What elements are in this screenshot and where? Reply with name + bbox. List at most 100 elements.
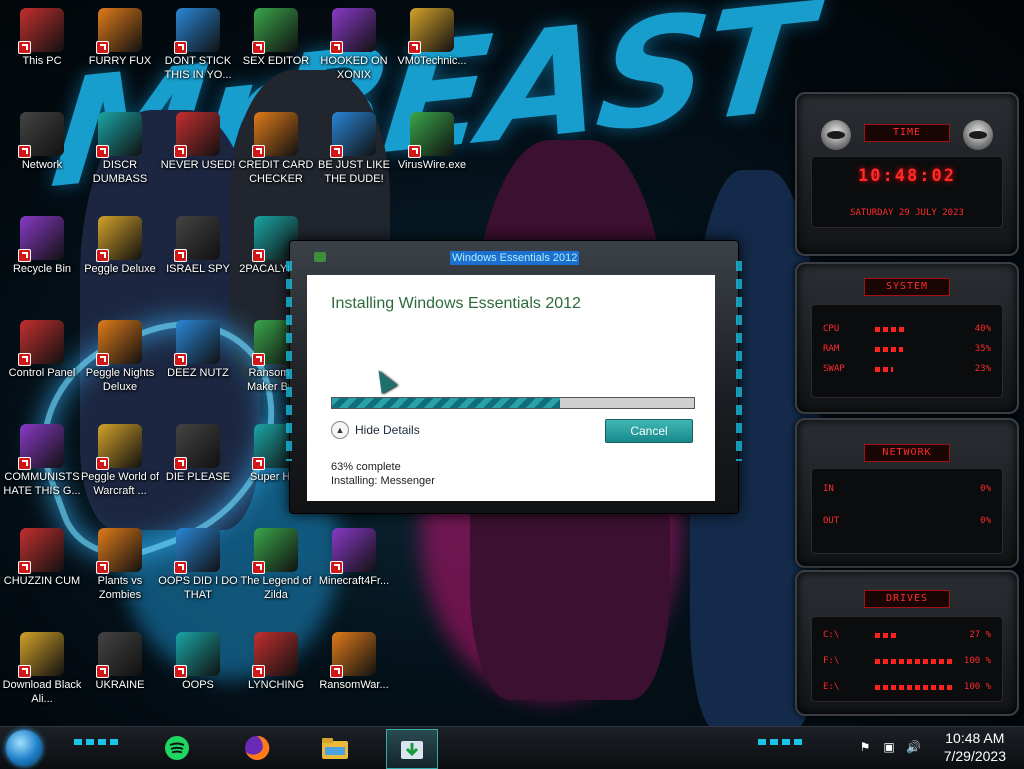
- desktop-icon[interactable]: SEX EDITOR: [236, 2, 316, 86]
- gadget-row: C:\ 27 %: [823, 628, 991, 642]
- desktop-icon[interactable]: Network: [2, 106, 82, 190]
- taskbar-spotify[interactable]: [152, 729, 202, 767]
- desktop-icon[interactable]: Plants vs Zombies: [80, 522, 160, 606]
- gadget-row-label: C:\: [823, 630, 840, 640]
- desktop-shortcut-icon: [174, 216, 220, 262]
- desktop-icon[interactable]: RansomWar...: [314, 626, 394, 710]
- system-gadget[interactable]: SYSTEM CPU 40% RAM 35% SWAP 23%: [795, 262, 1019, 414]
- desktop-icon[interactable]: Minecraft4Fr...: [314, 522, 394, 606]
- desktop-icon-label: Plants vs Zombies: [97, 575, 143, 601]
- network-gadget[interactable]: NETWORK IN 0% OUT 0%: [795, 418, 1019, 568]
- gadget-row-bar: [875, 658, 955, 664]
- shortcut-arrow-icon: [96, 145, 109, 158]
- gadget-row-bar: [875, 326, 955, 332]
- desktop-shortcut-icon: [18, 528, 64, 574]
- gadget-row: CPU 40%: [823, 322, 991, 336]
- action-center-icon[interactable]: ⚑: [858, 740, 872, 754]
- volume-icon[interactable]: 🔊: [906, 740, 921, 754]
- hide-details-label: Hide Details: [355, 423, 420, 437]
- shortcut-arrow-icon: [252, 353, 265, 366]
- shortcut-arrow-icon: [96, 41, 109, 54]
- progress-fill: [332, 398, 561, 408]
- desktop-icon[interactable]: Peggle World of Warcraft ...: [80, 418, 160, 502]
- hide-details-toggle[interactable]: ▲ Hide Details: [331, 421, 420, 439]
- desktop-icon-label: CHUZZIN CUM: [3, 575, 81, 587]
- desktop-icon[interactable]: CREDIT CARD CHECKER: [236, 106, 316, 190]
- desktop-icon[interactable]: DONT STICK THIS IN YO...: [158, 2, 238, 86]
- alien-icon: [821, 120, 851, 150]
- desktop-icon[interactable]: Control Panel: [2, 314, 82, 398]
- desktop-icon[interactable]: CHUZZIN CUM: [2, 522, 82, 606]
- desktop-icon-label: UKRAINE: [95, 679, 145, 691]
- network-header: NETWORK: [864, 444, 950, 462]
- gadget-row-value: 100 %: [963, 682, 991, 692]
- desktop-icon[interactable]: ISRAEL SPY: [158, 210, 238, 294]
- taskbar-decoration: [74, 739, 118, 745]
- desktop-icon[interactable]: Peggle Nights Deluxe: [80, 314, 160, 398]
- shortcut-arrow-icon: [330, 561, 343, 574]
- shortcut-arrow-icon: [174, 457, 187, 470]
- gadget-row: SWAP 23%: [823, 362, 991, 376]
- desktop-icon[interactable]: LYNCHING: [236, 626, 316, 710]
- network-screen: [811, 468, 1003, 554]
- shortcut-arrow-icon: [96, 249, 109, 262]
- desktop-icon[interactable]: DISCR DUMBASS: [80, 106, 160, 190]
- current-item-text: Installing: Messenger: [331, 475, 435, 487]
- taskbar-installer[interactable]: [386, 729, 438, 769]
- desktop-icon-label: Download Black Ali...: [2, 679, 82, 705]
- desktop-icon[interactable]: The Legend of Zilda: [236, 522, 316, 606]
- desktop-icon-label: Recycle Bin: [12, 263, 72, 275]
- gadget-row-label: RAM: [823, 344, 840, 354]
- desktop-icon-label: VM0Technic...: [397, 55, 467, 67]
- gadget-row-label: F:\: [823, 656, 840, 666]
- desktop-shortcut-icon: [330, 528, 376, 574]
- taskbar-firefox[interactable]: [232, 729, 282, 767]
- desktop-shortcut-icon: [18, 632, 64, 678]
- shortcut-arrow-icon: [330, 145, 343, 158]
- gadget-row-label: OUT: [823, 516, 840, 526]
- clock-gadget[interactable]: TIME 10:48:02 SATURDAY 29 JULY 2023: [795, 92, 1019, 256]
- desktop-icon[interactable]: VM0Technic...: [392, 2, 472, 86]
- start-button[interactable]: [6, 730, 42, 766]
- network-icon[interactable]: ▣: [882, 740, 896, 754]
- gadget-row-value: 0%: [980, 516, 991, 526]
- desktop-icon[interactable]: OOPS: [158, 626, 238, 710]
- taskbar-clock[interactable]: 10:48 AM 7/29/2023: [944, 729, 1006, 765]
- clock-time: 10:48:02: [858, 166, 956, 186]
- desktop-icon[interactable]: UKRAINE: [80, 626, 160, 710]
- shortcut-arrow-icon: [174, 145, 187, 158]
- desktop-shortcut-icon: [18, 216, 64, 262]
- desktop-icon[interactable]: BE JUST LIKE THE DUDE!: [314, 106, 394, 190]
- desktop-icon[interactable]: This PC: [2, 2, 82, 86]
- desktop-shortcut-icon: [18, 112, 64, 158]
- shortcut-arrow-icon: [96, 561, 109, 574]
- desktop-icon[interactable]: COMMUNISTS HATE THIS G...: [2, 418, 82, 502]
- installer-app-icon: [314, 252, 326, 262]
- installer-window[interactable]: Windows Essentials 2012 Installing Windo…: [286, 240, 742, 514]
- desktop-icon-label: Network: [21, 159, 63, 171]
- shortcut-arrow-icon: [408, 41, 421, 54]
- gadget-row-label: CPU: [823, 324, 840, 334]
- cancel-button[interactable]: Cancel: [605, 419, 693, 443]
- desktop-icon[interactable]: Download Black Ali...: [2, 626, 82, 710]
- desktop-icon[interactable]: DEEZ NUTZ: [158, 314, 238, 398]
- taskbar-file-explorer[interactable]: [310, 729, 360, 767]
- desktop-icon-label: NEVER USED!: [160, 159, 236, 171]
- gadget-row-bar: [875, 684, 955, 690]
- desktop-icon[interactable]: VirusWire.exe: [392, 106, 472, 190]
- desktop-icon[interactable]: NEVER USED!: [158, 106, 238, 190]
- desktop-icon[interactable]: Recycle Bin: [2, 210, 82, 294]
- desktop-icon[interactable]: HOOKED ON XONIX: [314, 2, 394, 86]
- desktop-icon-label: DEEZ NUTZ: [167, 367, 229, 379]
- shortcut-arrow-icon: [174, 665, 187, 678]
- desktop-icon[interactable]: FURRY FUX: [80, 2, 160, 86]
- desktop-icon[interactable]: DIE PLEASE: [158, 418, 238, 502]
- desktop-icon[interactable]: OOPS DID I DO THAT: [158, 522, 238, 606]
- installer-icon: [401, 741, 423, 759]
- installer-content: Installing Windows Essentials 2012 ▲ Hid…: [307, 275, 715, 501]
- drives-gadget[interactable]: DRIVES C:\ 27 % F:\ 100 % E:\ 100 %: [795, 570, 1019, 716]
- desktop-icon-label: Peggle World of Warcraft ...: [80, 471, 160, 497]
- shortcut-arrow-icon: [252, 561, 265, 574]
- desktop-icon-label: HOOKED ON XONIX: [320, 55, 388, 81]
- desktop-icon[interactable]: Peggle Deluxe: [80, 210, 160, 294]
